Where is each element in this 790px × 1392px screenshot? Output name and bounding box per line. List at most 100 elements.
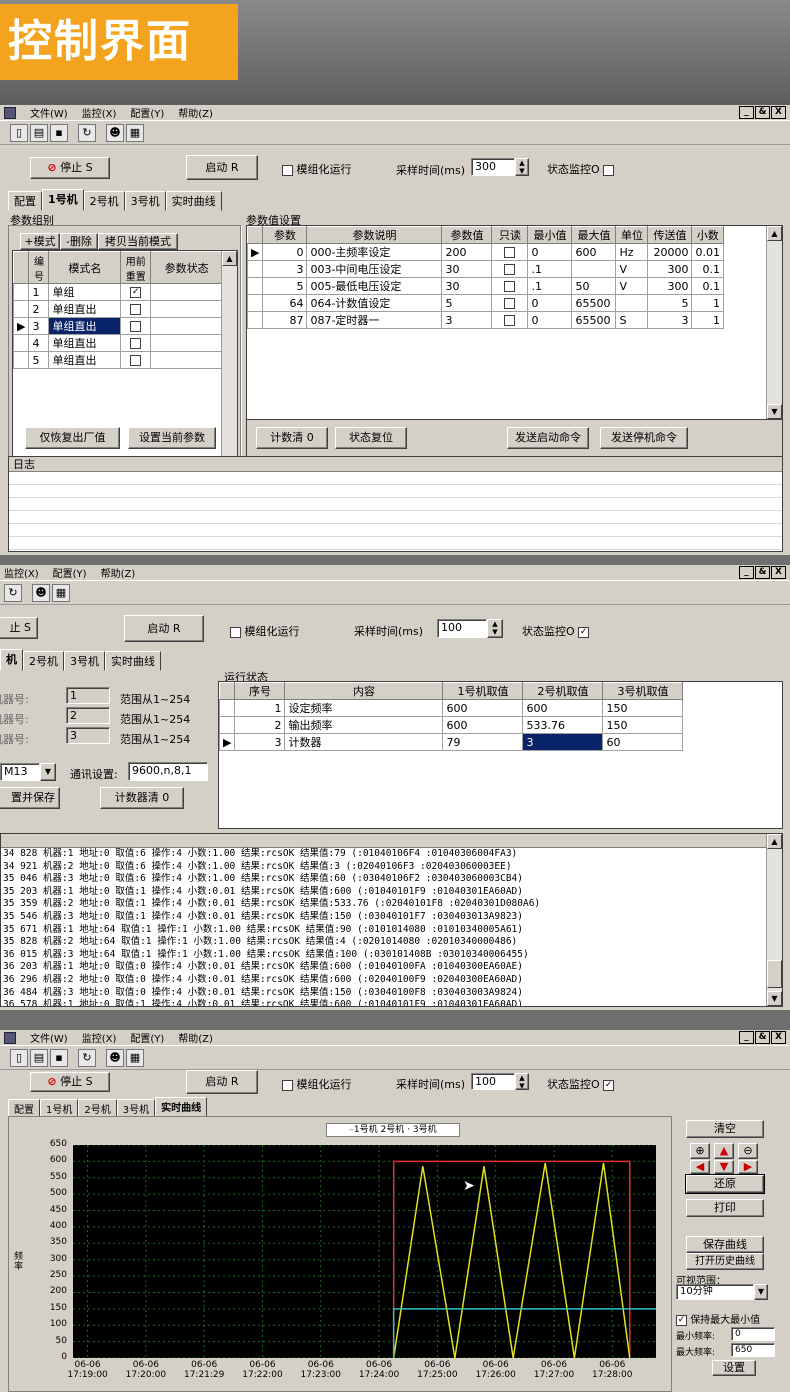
close-button[interactable]: X	[771, 106, 786, 119]
save-curve-button[interactable]: 保存曲线	[686, 1236, 764, 1253]
down-button[interactable]: ▼	[714, 1160, 734, 1174]
refresh-icon[interactable]: ↻	[78, 1048, 96, 1067]
mode-row[interactable]: 5 单组直出	[13, 351, 223, 369]
factory-restore-button[interactable]: 仅恢复出厂值	[25, 427, 120, 449]
monitor-checkbox[interactable]: 状态监控O ✓	[522, 623, 590, 639]
set-params-button[interactable]: 设置当前参数	[128, 427, 216, 449]
counter-clear-button[interactable]: 计数器清 0	[100, 787, 184, 809]
minimize-button[interactable]: _	[739, 106, 754, 119]
users-icon[interactable]: ☻	[32, 583, 50, 602]
open-icon[interactable]: ▤	[30, 1048, 48, 1067]
param-scrollbar[interactable]: ▲ ▼	[766, 226, 782, 419]
port-select[interactable]: M13	[0, 763, 40, 781]
delete-mode-button[interactable]: -删除	[60, 233, 98, 250]
monitor-checkbox[interactable]: 状态监控O ✓	[547, 1076, 615, 1092]
close-button[interactable]: X	[771, 1031, 786, 1044]
start-button[interactable]: 启动 R	[186, 1070, 258, 1094]
save-icon[interactable]: ▪	[50, 123, 68, 142]
restore-button[interactable]: &	[755, 566, 770, 579]
param-row[interactable]: 64 064-计数值设定 5 0 65500 5 1	[247, 294, 724, 312]
open-icon[interactable]: ▤	[30, 123, 48, 142]
mode-row[interactable]: 1 单组 ✓	[13, 283, 223, 301]
up-button[interactable]: ▲	[714, 1143, 734, 1159]
save-settings-button[interactable]: 置并保存	[0, 787, 60, 809]
comm-input[interactable]: 9600,n,8,1	[128, 762, 208, 781]
view-range-dropdown-icon[interactable]: ▼	[754, 1284, 768, 1300]
menu-config[interactable]: 配置(Y)	[53, 565, 87, 580]
open-history-button[interactable]: 打开历史曲线	[686, 1253, 764, 1270]
machine-2-input[interactable]: 2	[66, 707, 110, 724]
param-row[interactable]: 5 005-最低电压设定 30.1 50 V 300 0.1	[247, 277, 724, 295]
tab-machine-3[interactable]: 3号机	[64, 651, 105, 671]
min-freq-input[interactable]: 0	[731, 1327, 775, 1341]
stop-button[interactable]: 止 S	[0, 617, 38, 639]
zoom-out-button[interactable]: ⊖	[738, 1143, 758, 1159]
menu-file[interactable]: 文件(W)	[30, 1030, 68, 1045]
max-freq-input[interactable]: 650	[731, 1343, 775, 1357]
log-scrollbar[interactable]: ▲ ▼	[766, 834, 782, 1006]
close-button[interactable]: X	[771, 566, 786, 579]
stop-button[interactable]: ⊘ 停止 S	[30, 1072, 110, 1092]
tab-machine-1[interactable]: 1号机	[42, 189, 84, 211]
print-icon[interactable]: ▦	[52, 583, 70, 602]
users-icon[interactable]: ☻	[106, 1048, 124, 1067]
menu-monitor[interactable]: 监控(X)	[82, 105, 117, 120]
print-icon[interactable]: ▦	[126, 1048, 144, 1067]
left-button[interactable]: ◀	[690, 1160, 710, 1174]
machine-3-input[interactable]: 3	[66, 727, 110, 744]
mode-row[interactable]: 2 单组直出	[13, 300, 223, 318]
save-icon[interactable]: ▪	[50, 1048, 68, 1067]
param-row[interactable]: ▶ 0 000-主频率设定 200 0 600 Hz 20000 0.01	[247, 243, 724, 261]
refresh-icon[interactable]: ↻	[4, 583, 22, 602]
monitor-checkbox[interactable]: 状态监控O	[547, 161, 615, 177]
machine-1-input[interactable]: 1	[66, 687, 110, 704]
menu-monitor[interactable]: 监控(X)	[4, 565, 39, 580]
right-button[interactable]: ▶	[738, 1160, 758, 1174]
sample-spinner[interactable]: ▲ ▼	[487, 619, 503, 638]
tab-machine-2[interactable]: 2号机	[23, 651, 64, 671]
sample-input[interactable]: 300	[471, 158, 515, 176]
start-button[interactable]: 启动 R	[124, 615, 204, 642]
send-start-button[interactable]: 发送启动命令	[507, 427, 589, 449]
modular-checkbox[interactable]: 模组化运行	[282, 1076, 352, 1092]
tab-machine-2[interactable]: 2号机	[83, 191, 125, 211]
view-range-select[interactable]: 10分钟	[676, 1284, 754, 1300]
menu-config[interactable]: 配置(Y)	[130, 105, 164, 120]
sample-input[interactable]: 100	[437, 619, 487, 638]
run-row[interactable]: 1 设定频率 600 600 150	[219, 699, 684, 717]
refresh-icon[interactable]: ↻	[78, 123, 96, 142]
mode-row[interactable]: 4 单组直出	[13, 334, 223, 352]
sample-input[interactable]: 100	[471, 1073, 515, 1090]
mode-row[interactable]: ▶ 3 单组直出	[13, 317, 223, 335]
menu-help[interactable]: 帮助(Z)	[101, 565, 136, 580]
new-icon[interactable]: ▯	[10, 1048, 28, 1067]
menu-help[interactable]: 帮助(Z)	[178, 1030, 213, 1045]
modular-checkbox[interactable]: 模组化运行	[230, 623, 300, 639]
param-row[interactable]: 3 003-中间电压设定 30.1 V 300 0.1	[247, 260, 724, 278]
start-button[interactable]: 启动 R	[186, 155, 258, 180]
menu-file[interactable]: 文件(W)	[30, 105, 68, 120]
restore-button[interactable]: &	[755, 106, 770, 119]
reset-view-button[interactable]: 还原	[685, 1174, 765, 1194]
param-row[interactable]: 87 087-定时器一 3 0 65500 S 3 1	[247, 311, 724, 329]
copy-mode-button[interactable]: 拷贝当前模式	[98, 233, 178, 250]
tab-machine-3[interactable]: 3号机	[124, 191, 166, 211]
sample-spinner[interactable]: ▲ ▼	[515, 1073, 529, 1090]
count-clear-button[interactable]: 计数清 0	[256, 427, 328, 449]
users-icon[interactable]: ☻	[106, 123, 124, 142]
modular-checkbox[interactable]: 模组化运行	[282, 161, 352, 177]
minimize-button[interactable]: _	[739, 566, 754, 579]
new-icon[interactable]: ▯	[10, 123, 28, 142]
zoom-in-button[interactable]: ⊕	[690, 1143, 710, 1159]
menu-monitor[interactable]: 监控(X)	[82, 1030, 117, 1045]
run-row[interactable]: 2 输出频率 600 533.76 150	[219, 716, 684, 734]
print-button[interactable]: 打印	[686, 1199, 764, 1217]
tab-realtime[interactable]: 实时曲线	[165, 191, 222, 211]
minimize-button[interactable]: _	[739, 1031, 754, 1044]
set-button[interactable]: 设置	[712, 1360, 756, 1376]
run-row[interactable]: ▶ 3 计数器 79 3 60	[219, 733, 684, 751]
tab-config[interactable]: 配置	[8, 191, 42, 211]
port-dropdown-icon[interactable]: ▼	[40, 763, 56, 781]
tab-realtime[interactable]: 实时曲线	[105, 651, 161, 671]
status-reset-button[interactable]: 状态复位	[335, 427, 407, 449]
